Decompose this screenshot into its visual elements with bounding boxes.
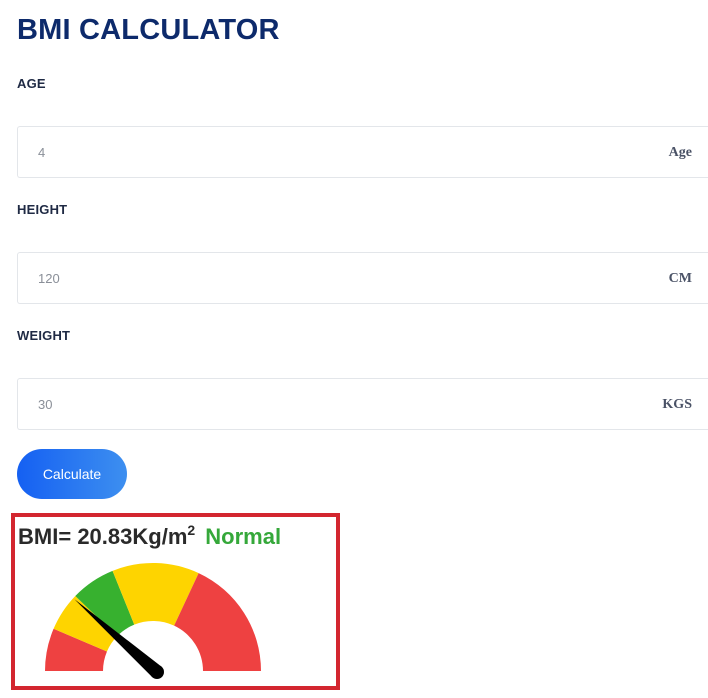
weight-input[interactable] [18, 379, 638, 429]
bmi-gauge [45, 563, 261, 679]
age-field: Age [17, 126, 708, 178]
page-title: BMI CALCULATOR [17, 14, 280, 46]
weight-label: WEIGHT [17, 328, 71, 343]
height-input[interactable] [18, 253, 638, 303]
bmi-result-panel: BMI= 20.83Kg/m2 Normal [11, 513, 340, 690]
age-label: AGE [17, 76, 46, 91]
weight-field: KGS [17, 378, 708, 430]
weight-unit: KGS [662, 397, 692, 412]
height-field: CM [17, 252, 708, 304]
age-unit: Age [668, 145, 692, 160]
age-input[interactable] [18, 127, 638, 177]
calculate-button[interactable]: Calculate [17, 449, 127, 499]
height-unit: CM [668, 271, 692, 286]
gauge-needle-hub [150, 665, 164, 679]
gauge-segments [45, 563, 261, 671]
height-label: HEIGHT [17, 202, 68, 217]
